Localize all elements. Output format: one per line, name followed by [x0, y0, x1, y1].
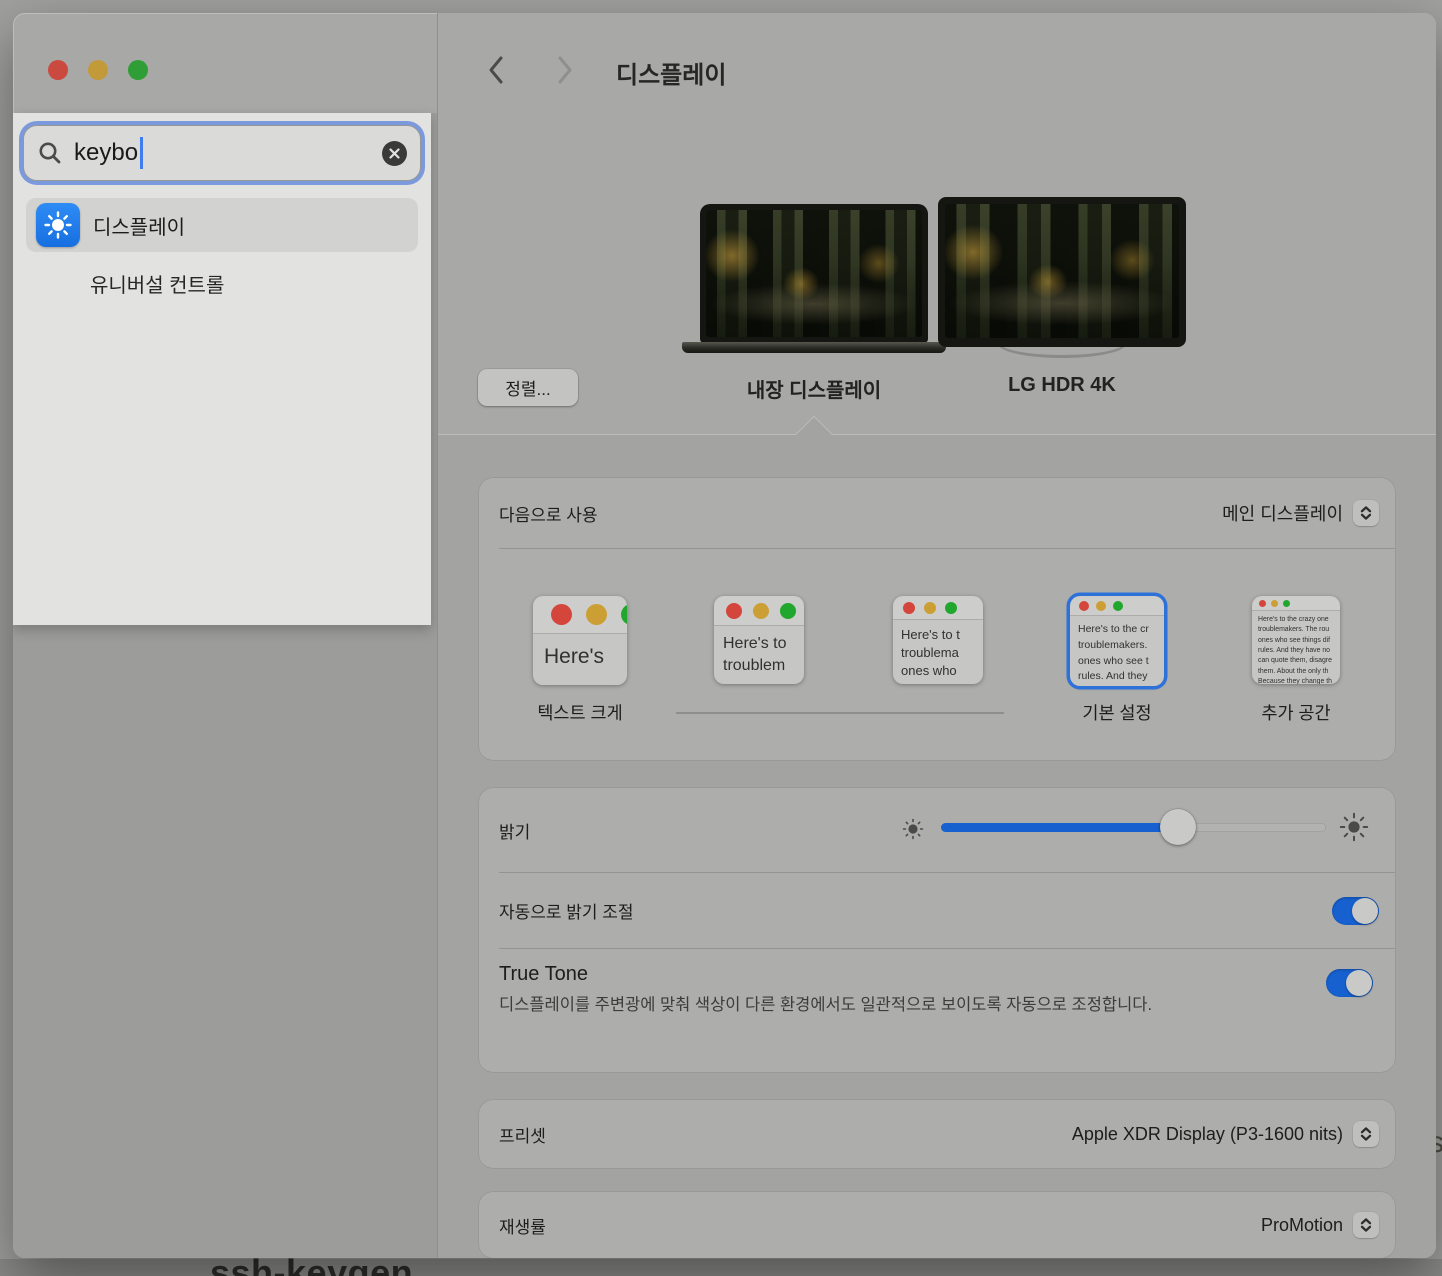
resolution-track-line — [676, 712, 1004, 714]
resolution-option-default-selected[interactable]: Here's to the crtroublemakers.ones who s… — [1070, 596, 1164, 686]
brightness-low-icon — [902, 818, 924, 840]
mini-preview-text: Here's totroublem — [714, 626, 804, 676]
option-label-larger-text: 텍스트 크게 — [510, 700, 650, 725]
mini-titlebar — [893, 596, 983, 620]
brightness-slider[interactable] — [941, 823, 1326, 832]
brightness-slider-fill — [941, 823, 1178, 832]
brightness-high-icon — [1339, 812, 1369, 842]
mini-titlebar — [1252, 596, 1340, 611]
close-button[interactable] — [48, 60, 68, 80]
search-results-popup: keybo — [13, 113, 431, 625]
zoom-button[interactable] — [128, 60, 148, 80]
content-pane: 디스플레이 내장 디스플레이 LG HDR 4K 정렬... 다음으로 사용 메… — [437, 13, 1436, 1258]
resolution-option-3[interactable]: Here's to ttroublemaones who — [893, 596, 983, 684]
external-display-name: LG HDR 4K — [942, 374, 1182, 397]
external-display-thumbnail[interactable] — [938, 197, 1186, 347]
refresh-rate-card: 재생률 ProMotion — [479, 1192, 1395, 1258]
wallpaper-preview — [706, 210, 922, 337]
brightness-slider-thumb[interactable] — [1160, 809, 1196, 845]
resolution-options: Here's Here's totroublem Here's to ttrou… — [479, 549, 1395, 760]
search-query-text: keybo — [74, 139, 138, 167]
resolution-card: 다음으로 사용 메인 디스플레이 Here's — [479, 478, 1395, 760]
mini-preview-text: Here's to ttroublemaones who — [893, 620, 983, 681]
wallpaper-preview — [945, 204, 1179, 338]
true-tone-label: True Tone — [499, 963, 1379, 986]
display-header-section: 디스플레이 내장 디스플레이 LG HDR 4K 정렬... — [438, 13, 1436, 435]
toggle-knob — [1352, 898, 1378, 924]
refresh-rate-label: 재생률 — [499, 1213, 546, 1238]
preset-value: Apple XDR Display (P3-1600 nits) — [1072, 1124, 1343, 1145]
chevron-left-icon — [487, 55, 505, 85]
preset-row: 프리셋 Apple XDR Display (P3-1600 nits) — [479, 1100, 1395, 1168]
true-tone-description: 디스플레이를 주변광에 맞춰 색상이 다른 환경에서도 일관적으로 보이도록 자… — [499, 992, 1244, 1018]
option-label-more-space: 추가 공간 — [1226, 700, 1366, 725]
search-result-label: 디스플레이 — [93, 211, 185, 240]
search-input[interactable]: keybo — [23, 125, 421, 181]
auto-brightness-row: 자동으로 밝기 조절 — [479, 873, 1395, 948]
refresh-rate-value: ProMotion — [1261, 1215, 1343, 1236]
resolution-option-larger-text[interactable]: Here's — [533, 596, 627, 685]
auto-brightness-toggle[interactable] — [1332, 897, 1379, 925]
toggle-knob — [1346, 970, 1372, 996]
mini-titlebar — [714, 596, 804, 626]
clear-search-button[interactable] — [382, 141, 407, 166]
builtin-display-thumbnail[interactable] — [700, 204, 928, 343]
search-icon — [37, 140, 63, 166]
search-result-universal-control[interactable]: 유니버설 컨트롤 — [26, 263, 418, 303]
resolution-option-2[interactable]: Here's totroublem — [714, 596, 804, 684]
brightness-card: 밝기 — [479, 788, 1395, 1072]
builtin-display-name: 내장 디스플레이 — [694, 374, 934, 403]
display-brightness-icon — [36, 203, 80, 247]
up-down-chevrons-icon — [1358, 1217, 1374, 1233]
arrange-button[interactable]: 정렬... — [478, 369, 578, 406]
auto-brightness-label: 자동으로 밝기 조절 — [499, 898, 634, 923]
preset-dropdown[interactable] — [1353, 1121, 1379, 1147]
mini-titlebar — [533, 596, 627, 634]
true-tone-toggle[interactable] — [1326, 969, 1373, 997]
mini-preview-text: Here's — [533, 634, 627, 669]
brightness-row: 밝기 — [479, 788, 1395, 872]
refresh-rate-row: 재생률 ProMotion — [479, 1192, 1395, 1258]
brightness-label: 밝기 — [499, 818, 530, 843]
forward-button[interactable] — [552, 54, 578, 86]
minimize-button[interactable] — [88, 60, 108, 80]
x-icon — [389, 148, 400, 159]
text-cursor — [140, 137, 143, 169]
mini-titlebar — [1070, 596, 1164, 616]
page-title: 디스플레이 — [616, 55, 726, 90]
use-as-label: 다음으로 사용 — [499, 501, 598, 526]
laptop-base — [682, 342, 946, 353]
chevron-right-icon — [556, 55, 574, 85]
use-as-value: 메인 디스플레이 — [1222, 500, 1343, 526]
search-result-label: 유니버설 컨트롤 — [90, 269, 224, 298]
preset-card: 프리셋 Apple XDR Display (P3-1600 nits) — [479, 1100, 1395, 1168]
use-as-row: 다음으로 사용 메인 디스플레이 — [479, 478, 1395, 548]
mini-preview-text: Here's to the crazy onetroublemakers. Th… — [1252, 611, 1340, 684]
up-down-chevrons-icon — [1358, 1126, 1374, 1142]
system-settings-window: keybo — [13, 13, 1436, 1258]
use-as-dropdown[interactable] — [1353, 500, 1379, 526]
sidebar: keybo — [13, 13, 437, 1258]
refresh-rate-dropdown[interactable] — [1353, 1212, 1379, 1238]
search-result-displays[interactable]: 디스플레이 — [26, 198, 418, 252]
option-label-default: 기본 설정 — [1047, 700, 1187, 725]
mini-preview-text: Here's to the crtroublemakers.ones who s… — [1070, 616, 1164, 685]
preset-label: 프리셋 — [499, 1122, 546, 1147]
true-tone-row: True Tone 디스플레이를 주변광에 맞춰 색상이 다른 환경에서도 일관… — [479, 949, 1395, 1018]
resolution-option-more-space[interactable]: Here's to the crazy onetroublemakers. Th… — [1252, 596, 1340, 684]
up-down-chevrons-icon — [1358, 505, 1374, 521]
back-button[interactable] — [483, 54, 509, 86]
